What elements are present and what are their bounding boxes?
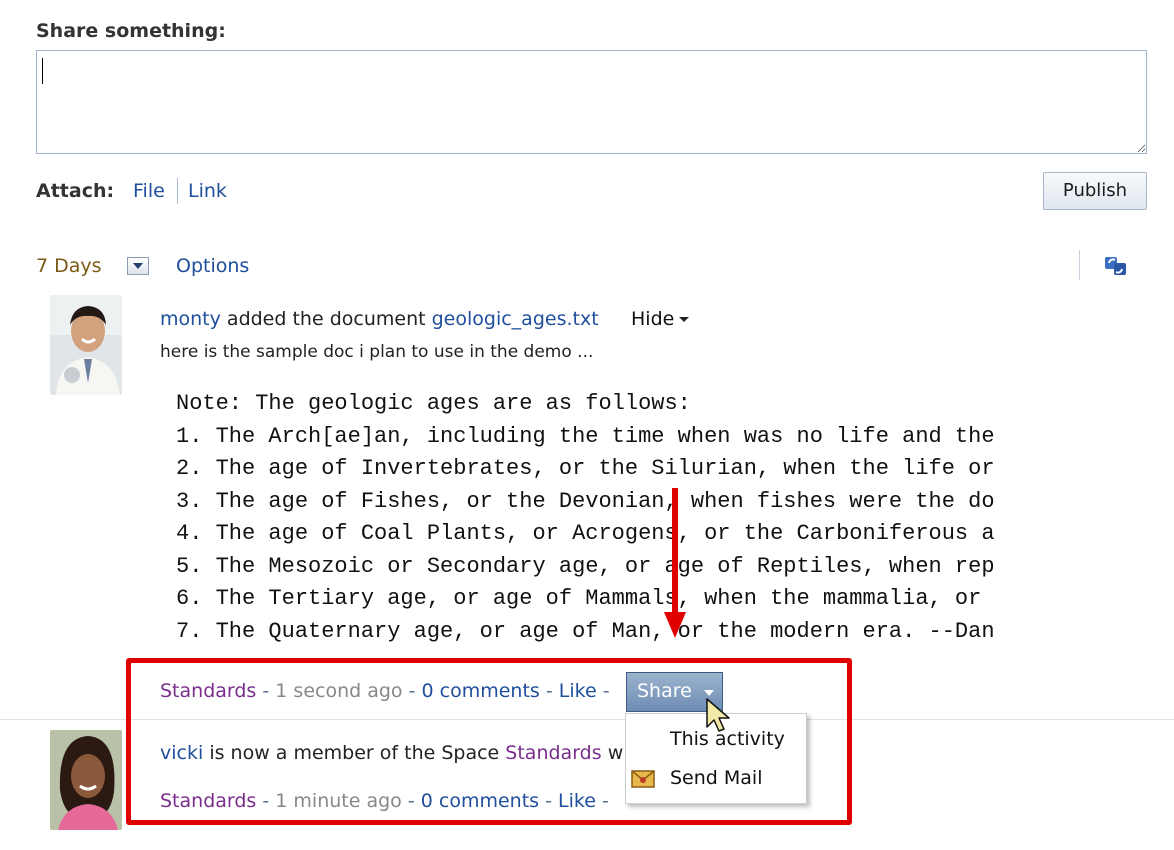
text-caret (42, 58, 43, 84)
document-preview-line: Note: The geologic ages are as follows: (176, 391, 691, 416)
publish-button[interactable]: Publish (1043, 172, 1147, 210)
toolbar-divider (1079, 250, 1080, 280)
attach-link-link[interactable]: Link (188, 180, 227, 202)
share-something-input[interactable] (36, 50, 1147, 154)
avatar[interactable] (50, 295, 122, 395)
refresh-icon[interactable] (1103, 254, 1129, 278)
document-preview-line: 2. The age of Invertebrates, or the Silu… (176, 456, 995, 481)
user-link[interactable]: monty (160, 308, 221, 330)
activity-action: added the document (226, 308, 426, 330)
highlight-annotation (126, 658, 852, 825)
activity-headline: monty added the document geologic_ages.t… (160, 308, 599, 330)
document-link[interactable]: geologic_ages.txt (432, 308, 599, 330)
mouse-pointer-icon (706, 698, 730, 732)
avatar[interactable] (50, 730, 122, 830)
activity-description: here is the sample doc i plan to use in … (160, 342, 594, 362)
attach-label: Attach: (36, 180, 115, 202)
period-filter-label[interactable]: 7 Days (36, 255, 102, 277)
share-something-label: Share something: (36, 20, 226, 42)
hide-menu[interactable]: Hide (631, 308, 689, 330)
arrow-down-icon (664, 488, 686, 638)
attach-divider (177, 178, 178, 204)
document-preview-line: 1. The Arch[ae]an, including the time wh… (176, 423, 995, 449)
options-link[interactable]: Options (176, 255, 249, 277)
chevron-down-icon[interactable] (127, 257, 149, 275)
attach-file-link[interactable]: File (133, 180, 165, 202)
